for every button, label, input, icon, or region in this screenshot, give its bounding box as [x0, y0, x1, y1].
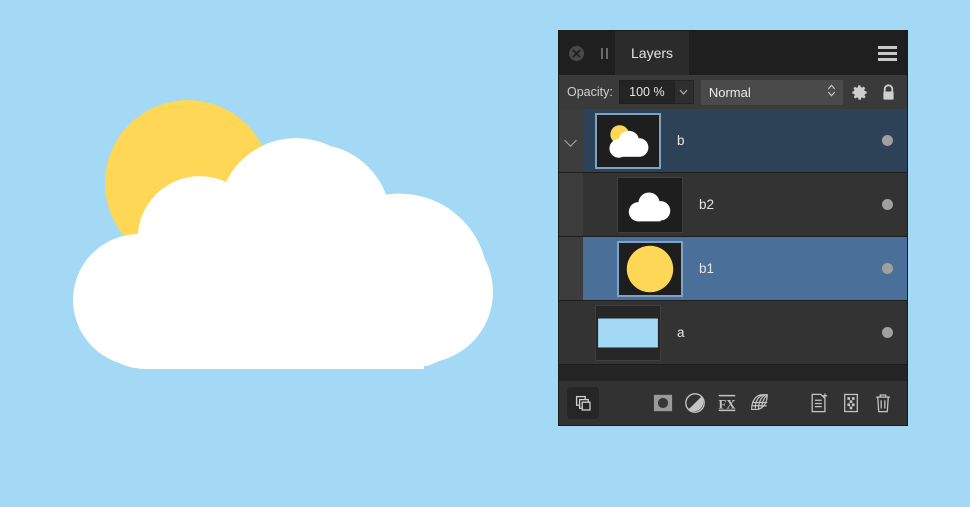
layer-list[interactable]: b b2 b1 a: [559, 109, 907, 381]
table-row[interactable]: a: [559, 301, 907, 365]
layer-name: a: [677, 325, 685, 340]
layer-visibility-toggle[interactable]: [867, 237, 907, 300]
sun-behind-cloud-thumb: [595, 112, 661, 169]
layer-style-icon[interactable]: [743, 387, 775, 419]
layer-name: b2: [699, 197, 715, 212]
layer-name: b: [677, 133, 685, 148]
gear-icon[interactable]: [846, 77, 872, 107]
row-indent: [583, 173, 605, 236]
tab-layers[interactable]: Layers: [615, 31, 690, 75]
chevron-down-icon[interactable]: [674, 80, 694, 104]
hamburger-menu-icon[interactable]: [867, 31, 907, 75]
layer-thumbnail-cell[interactable]: [583, 109, 673, 172]
lock-closed-icon[interactable]: [875, 77, 901, 107]
sun-behind-cloud-illustration: [60, 70, 530, 370]
layers-panel[interactable]: Layers Opacity: 100 % Normal b b2 b1 a F…: [558, 30, 908, 426]
layer-visibility-toggle[interactable]: [867, 109, 907, 172]
opacity-label: Opacity:: [567, 85, 613, 99]
fx-effects-icon[interactable]: FX: [711, 387, 743, 419]
opacity-input[interactable]: 100 %: [618, 80, 675, 104]
drag-grip-icon[interactable]: [593, 31, 615, 75]
panel-titlebar: Layers: [559, 31, 907, 75]
row-gutter: [559, 301, 583, 364]
cloud-thumb: [617, 176, 683, 233]
layer-visibility-toggle[interactable]: [867, 173, 907, 236]
visibility-dot-icon: [881, 199, 893, 210]
trash-icon[interactable]: [867, 387, 899, 419]
layer-name: b1: [699, 261, 715, 276]
panel-options-bar: Opacity: 100 % Normal: [559, 75, 907, 109]
adjustment-layer-icon[interactable]: [679, 387, 711, 419]
blend-mode-value: Normal: [708, 84, 751, 100]
table-row[interactable]: b2: [559, 173, 907, 237]
panel-footer-toolbar: FX: [559, 381, 907, 425]
blend-mode-select[interactable]: Normal: [700, 79, 843, 105]
table-row[interactable]: b: [559, 109, 907, 173]
layer-stack-icon[interactable]: [567, 387, 599, 419]
layer-thumbnail-cell[interactable]: [583, 301, 673, 364]
svg-text:FX: FX: [718, 398, 736, 412]
tab-layers-label: Layers: [631, 45, 674, 61]
layer-visibility-toggle[interactable]: [867, 301, 907, 364]
row-gutter: [559, 173, 583, 236]
footer-middle-group: FX: [647, 387, 775, 419]
up-down-arrows-icon: [827, 83, 836, 101]
close-circle-icon[interactable]: [559, 31, 593, 75]
row-gutter: [559, 237, 583, 300]
visibility-dot-icon: [881, 263, 893, 274]
table-row[interactable]: b1: [559, 237, 907, 301]
new-group-icon[interactable]: [835, 387, 867, 419]
layer-thumbnail-cell[interactable]: [605, 173, 695, 236]
layer-thumbnail-cell[interactable]: [605, 237, 695, 300]
group-expand-toggle[interactable]: [559, 109, 583, 172]
visibility-dot-icon: [881, 135, 893, 146]
layer-mask-icon[interactable]: [647, 387, 679, 419]
blue-rectangle-thumb: [595, 304, 661, 361]
visibility-dot-icon: [881, 327, 893, 338]
new-layer-icon[interactable]: [803, 387, 835, 419]
row-indent: [583, 237, 605, 300]
sun-circle-thumb: [617, 240, 683, 297]
footer-right-group: [803, 387, 899, 419]
screen-root: Layers Opacity: 100 % Normal b b2 b1 a F…: [0, 0, 970, 507]
chevron-down-icon: [565, 135, 577, 147]
